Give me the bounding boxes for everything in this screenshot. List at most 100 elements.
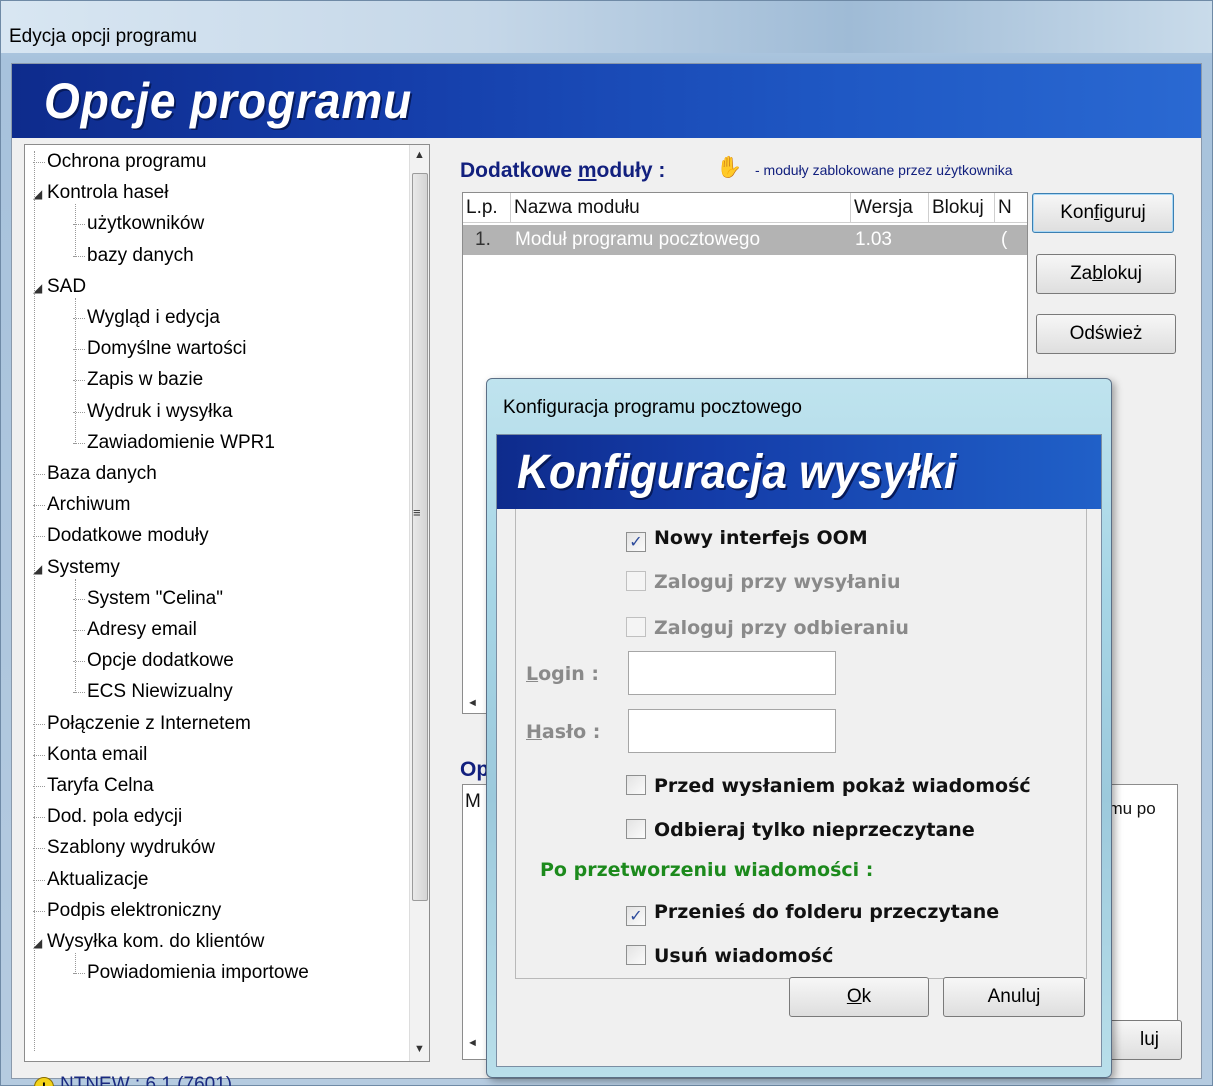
login-receive-checkbox[interactable]: Zaloguj przy odbieraniu	[626, 615, 909, 641]
tree-item-label: Powiadomienia importowe	[87, 962, 309, 984]
login-send-checkbox[interactable]: Zaloguj przy wysyłaniu	[626, 569, 901, 595]
options-banner: Opcje programu	[12, 64, 1201, 138]
tree-item-label: Dodatkowe moduły	[47, 525, 209, 547]
scroll-down-icon[interactable]: ▼	[414, 1043, 425, 1055]
col-name[interactable]: Nazwa modułu	[511, 193, 851, 223]
tree-guide	[75, 578, 76, 694]
desc-scroll-left-icon[interactable]: ◄	[467, 1037, 478, 1049]
unread-only-checkbox[interactable]: Odbieraj tylko nieprzeczytane	[626, 817, 975, 843]
tree-scrollbar[interactable]: ▲ ≡ ▼	[409, 145, 429, 1061]
tree-item-label: użytkowników	[87, 213, 205, 235]
expand-arrow-icon[interactable]: ◢	[33, 179, 47, 209]
scroll-up-icon[interactable]: ▲	[414, 149, 425, 161]
dialog-client: Konfiguracja wysyłki ✓ Nowy interfejs OOM…	[496, 434, 1102, 1067]
window-title: Edycja opcji programu	[9, 26, 197, 47]
tree-item[interactable]: ◢ Kontrola haseł	[33, 178, 168, 208]
tree-item[interactable]: ECS Niewizualny	[87, 677, 233, 707]
tree-item-label: Podpis elektroniczny	[47, 899, 222, 921]
tree-scroll-thumb[interactable]	[412, 173, 428, 901]
tree-item[interactable]: Konta email	[47, 740, 147, 770]
tree-item-label: Ochrona programu	[47, 151, 207, 172]
tree-item[interactable]: Opcje dodatkowe	[87, 646, 234, 676]
checkbox-icon	[626, 819, 646, 839]
cancel-button[interactable]: Anuluj	[943, 977, 1085, 1017]
move-read-checkbox[interactable]: ✓ Przenieś do folderu przeczytane	[626, 899, 999, 926]
tree-item[interactable]: Aktualizacje	[47, 865, 148, 895]
tree-item[interactable]: ◢ SAD	[33, 272, 86, 302]
tree-item-label: Wydruk i wysyłka	[87, 400, 233, 422]
tree-item-label: Opcje dodatkowe	[87, 650, 234, 672]
tree-item[interactable]: użytkowników	[87, 209, 204, 239]
tree-item[interactable]: Szablony wydruków	[47, 833, 215, 863]
tree-item[interactable]: Ochrona programu	[47, 147, 206, 177]
col-lp[interactable]: L.p.	[463, 193, 511, 223]
tree-item-label: Dod. pola edycji	[47, 806, 183, 828]
tree-item[interactable]: Taryfa Celna	[47, 771, 154, 801]
tree-item-label: Systemy	[47, 556, 120, 578]
delete-message-checkbox[interactable]: Usuń wiadomość	[626, 943, 833, 969]
description-text-start: M	[465, 791, 481, 812]
options-tree[interactable]: ▲ ≡ ▼ Ochrona programu ◢ Kontrola haseł uży…	[24, 144, 430, 1062]
password-input[interactable]	[628, 709, 836, 753]
login-input[interactable]	[628, 651, 836, 695]
tree-item-label: ECS Niewizualny	[87, 681, 233, 703]
checkbox-icon: ✓	[626, 532, 646, 552]
col-n[interactable]: N	[995, 193, 1027, 223]
table-row[interactable]: 1. Moduł programu pocztowego 1.03 (	[463, 225, 1027, 255]
tree-item[interactable]: Domyślne wartości	[87, 334, 246, 364]
expand-arrow-icon[interactable]: ◢	[33, 928, 47, 958]
tree-item[interactable]: Baza danych	[47, 459, 157, 489]
tree-item[interactable]: Podpis elektroniczny	[47, 896, 221, 926]
row-n: (	[1001, 229, 1008, 250]
mail-config-dialog: Konfiguracja programu pocztowego Konfigu…	[486, 378, 1112, 1078]
row-name: Moduł programu pocztowego	[515, 229, 761, 250]
tree-item-label: Konta email	[47, 743, 148, 765]
tree-guide	[34, 151, 35, 1051]
modules-heading: Dodatkowe moduły :	[460, 159, 666, 182]
col-block[interactable]: Blokuj	[929, 193, 995, 223]
tree-item[interactable]: Dod. pola edycji	[47, 802, 182, 832]
checkbox-icon	[626, 945, 646, 965]
checkbox-icon	[626, 617, 646, 637]
list-scroll-left-icon[interactable]: ◄	[467, 697, 478, 709]
dialog-banner-title: Konfiguracja wysyłki	[517, 446, 957, 499]
dialog-banner: Konfiguracja wysyłki	[497, 435, 1101, 509]
tree-item[interactable]: Dodatkowe moduły	[47, 521, 209, 551]
hand-icon: ✋	[716, 156, 743, 179]
refresh-button[interactable]: Odśwież	[1036, 314, 1176, 354]
checkbox-icon	[626, 775, 646, 795]
tree-item[interactable]: Adresy email	[87, 615, 197, 645]
title-bar[interactable]: Edycja opcji programu	[1, 1, 1212, 53]
tree-item[interactable]: bazy danych	[87, 241, 194, 271]
tree-item-label: bazy danych	[87, 244, 194, 266]
status-bar: ! NTNEW : 6.1 (7601)	[34, 1074, 232, 1086]
col-version[interactable]: Wersja	[851, 193, 929, 223]
tree-item-label: SAD	[47, 275, 87, 297]
ok-button[interactable]: Ok	[789, 977, 929, 1017]
expand-arrow-icon[interactable]: ◢	[33, 554, 47, 584]
tree-item-label: Aktualizacje	[47, 868, 149, 890]
tree-item[interactable]: ◢ Systemy	[33, 553, 120, 583]
tree-item-label: Zawiadomienie WPR1	[87, 431, 275, 453]
show-before-send-checkbox[interactable]: Przed wysłaniem pokaż wiadomość	[626, 773, 1031, 799]
tree-item[interactable]: ◢ Wysyłka kom. do klientów	[33, 927, 264, 957]
tree-item[interactable]: Archiwum	[47, 490, 130, 520]
checkbox-icon	[626, 571, 646, 591]
tree-item-label: Połączenie z Internetem	[47, 712, 251, 734]
expand-arrow-icon[interactable]: ◢	[33, 273, 47, 303]
status-text: NTNEW : 6.1 (7601)	[60, 1074, 233, 1086]
tree-item[interactable]: Wydruk i wysyłka	[87, 397, 233, 427]
description-label: Op	[460, 758, 490, 781]
block-button[interactable]: Zablokuj	[1036, 254, 1176, 294]
configure-button[interactable]: Konfiguruj	[1032, 193, 1174, 233]
new-interface-checkbox[interactable]: ✓ Nowy interfejs OOM	[626, 525, 868, 552]
tree-item[interactable]: Zapis w bazie	[87, 365, 203, 395]
tree-guide	[75, 297, 76, 444]
tree-item[interactable]: Połączenie z Internetem	[47, 709, 251, 739]
tree-item[interactable]: Wygląd i edycja	[87, 303, 220, 333]
tree-item[interactable]: Zawiadomienie WPR1	[87, 428, 275, 458]
tree-item[interactable]: Powiadomienia importowe	[87, 958, 309, 988]
tree-item-label: Adresy email	[87, 619, 197, 640]
tree-item[interactable]: System "Celina"	[87, 584, 223, 614]
dialog-title: Konfiguracja programu pocztowego	[503, 397, 802, 418]
